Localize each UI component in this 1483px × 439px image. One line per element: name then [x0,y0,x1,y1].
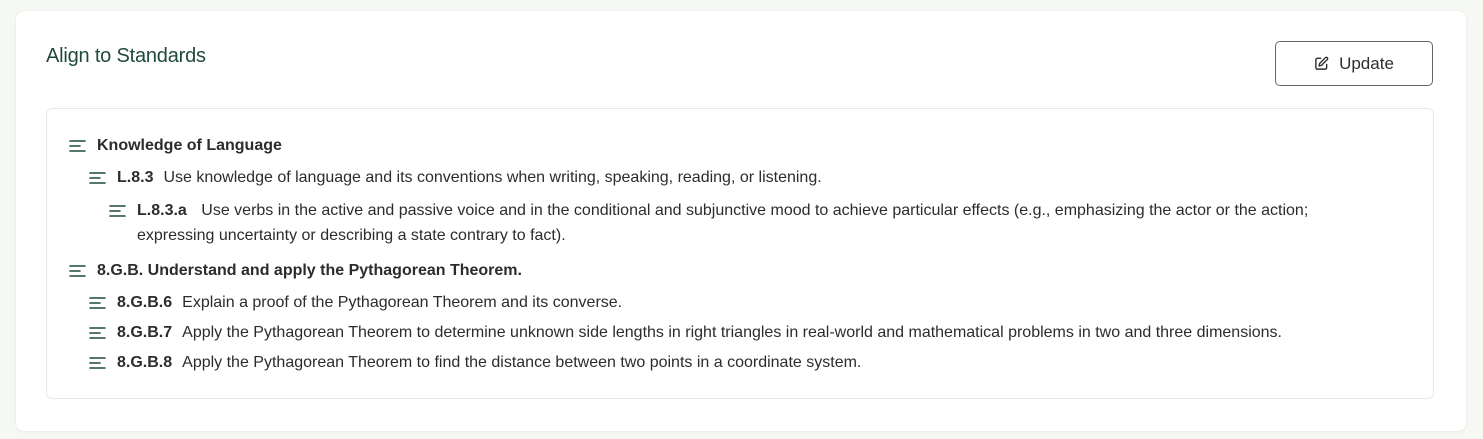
standard-code: L.8.3 [117,169,154,186]
align-left-icon [109,198,126,223]
standard-group-knowledge-of-language[interactable]: Knowledge of Language [69,133,282,158]
standard-item-8-g-b-6[interactable]: 8.G.B.6 Explain a proof of the Pythagore… [89,290,1409,315]
align-standards-card: Align to Standards Update Knowledge of L… [16,11,1466,431]
standard-description: Use knowledge of language and its conven… [163,169,822,186]
edit-icon [1314,56,1329,71]
update-button-label: Update [1339,53,1394,73]
standard-group-heading: Knowledge of Language [97,137,282,154]
standard-group-pythagorean-theorem[interactable]: 8.G.B. Understand and apply the Pythagor… [69,258,522,283]
align-left-icon [69,133,86,158]
standard-description: Apply the Pythagorean Theorem to determi… [182,324,1282,341]
standard-code: 8.G.B.8 [117,354,173,371]
standard-description: Use verbs in the active and passive voic… [137,202,1309,244]
standard-code: L.8.3.a [137,202,187,219]
align-left-icon [89,165,106,190]
update-button[interactable]: Update [1275,41,1433,86]
standard-item-8-g-b-7[interactable]: 8.G.B.7 Apply the Pythagorean Theorem to… [89,320,1419,345]
align-left-icon [69,258,86,283]
align-left-icon [89,290,106,315]
standard-item-8-g-b-8[interactable]: 8.G.B.8 Apply the Pythagorean Theorem to… [89,350,1409,375]
standard-code: 8.G.B.7 [117,324,173,341]
standard-item-l-8-3-a[interactable]: L.8.3.a Use verbs in the active and pass… [109,198,1369,248]
standard-item-l-8-3[interactable]: L.8.3 Use knowledge of language and its … [89,165,1409,190]
align-left-icon [89,350,106,375]
align-left-icon [89,320,106,345]
standard-code: 8.G.B.6 [117,294,173,311]
standard-group-heading: 8.G.B. Understand and apply the Pythagor… [97,262,522,279]
standards-list: Knowledge of Language L.8.3 Use knowledg… [46,108,1434,399]
page-title: Align to Standards [46,45,206,67]
standard-description: Explain a proof of the Pythagorean Theor… [182,294,623,311]
standard-description: Apply the Pythagorean Theorem to find th… [182,354,862,371]
